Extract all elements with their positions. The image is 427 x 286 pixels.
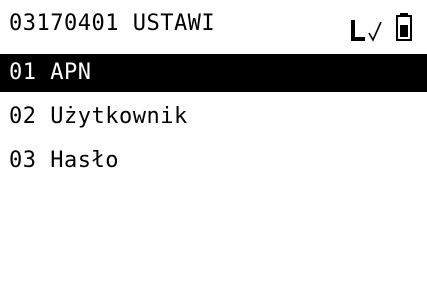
screen-title: 03170401 USTAWI <box>9 11 216 36</box>
status-header: 03170401 USTAWI <box>0 0 427 48</box>
settings-menu: 01 APN 02 Użytkownik 03 Hasło <box>0 54 427 186</box>
device-screen: 03170401 USTAWI 01 APN 02 Użytkownik 03 … <box>0 0 427 286</box>
menu-item-apn[interactable]: 01 APN <box>0 54 427 92</box>
menu-item-user[interactable]: 02 Użytkownik <box>0 98 427 136</box>
menu-item-password[interactable]: 03 Hasło <box>0 142 427 180</box>
signal-checkmark-icon <box>351 20 382 42</box>
battery-full-icon <box>396 13 412 41</box>
